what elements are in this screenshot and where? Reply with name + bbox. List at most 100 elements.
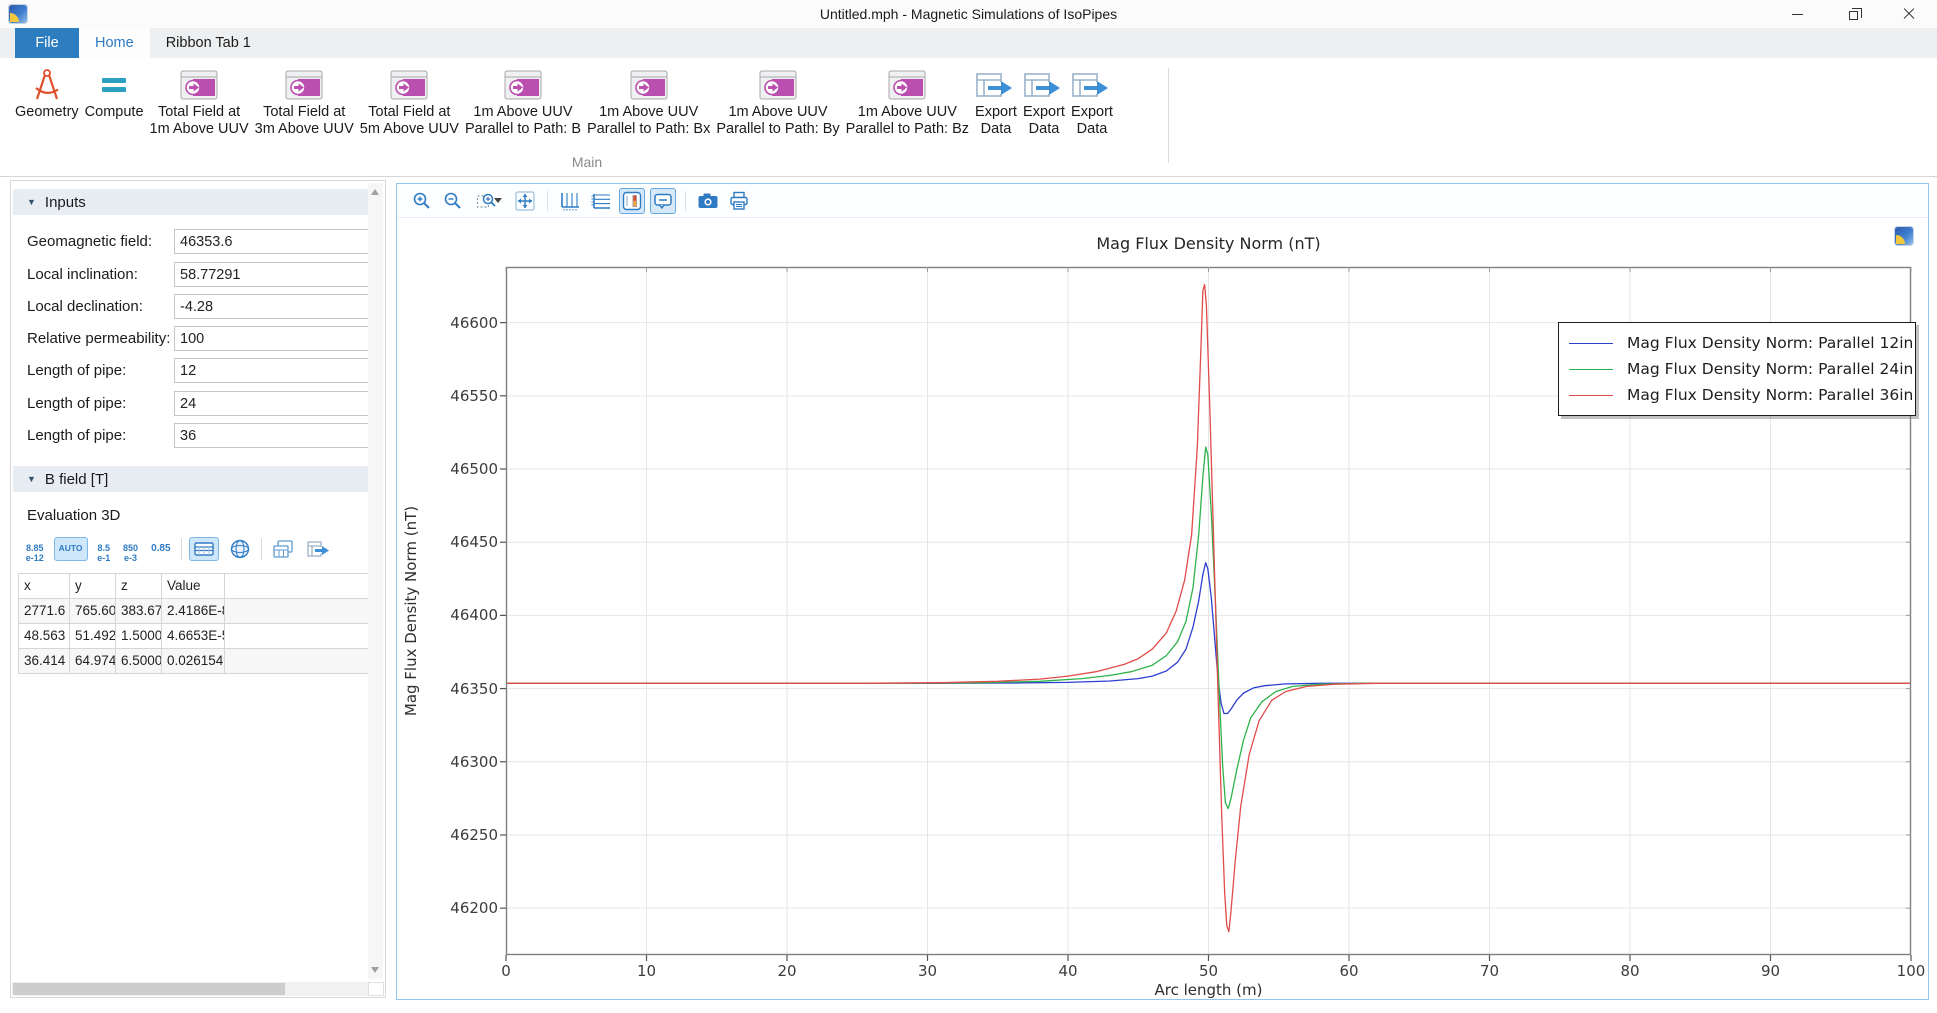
x-tick-label: 70 bbox=[1480, 962, 1499, 980]
table-view-button[interactable] bbox=[189, 537, 219, 561]
y-tick-label: 46550 bbox=[450, 387, 498, 405]
pipe-length-24-input[interactable] bbox=[174, 391, 370, 416]
zoom-in-button[interactable] bbox=[409, 188, 435, 214]
zoom-box-icon bbox=[476, 191, 496, 211]
copy-table-button[interactable] bbox=[269, 537, 297, 561]
table-icon bbox=[194, 542, 214, 556]
toolbar-separator bbox=[261, 538, 262, 560]
export-table-button[interactable] bbox=[304, 538, 334, 560]
zoom-in-icon bbox=[412, 191, 432, 211]
unit-plain-button[interactable]: 0.85 bbox=[148, 542, 173, 556]
x-tick-label: 20 bbox=[777, 962, 796, 980]
scrollbar-corner bbox=[368, 982, 384, 996]
tooltip-bubble-icon bbox=[653, 191, 673, 211]
snapshot-button[interactable] bbox=[695, 188, 721, 214]
zoom-out-button[interactable] bbox=[440, 188, 466, 214]
column-header-y: y bbox=[70, 574, 116, 599]
table-row[interactable]: 48.563 51.492 1.5000 4.6653E-5 bbox=[19, 624, 370, 649]
copy-table-icon bbox=[272, 539, 294, 559]
restore-button[interactable] bbox=[1825, 0, 1881, 28]
ribbon: Geometry Compute Total Field at1m Above … bbox=[0, 58, 1937, 177]
parallel-path-bz-button[interactable]: 1m Above UUVParallel to Path: Bz bbox=[843, 62, 972, 140]
unit-si-button[interactable]: 8.85e-12 bbox=[23, 542, 47, 556]
scroll-up-icon[interactable] bbox=[371, 189, 379, 195]
pipe-length-36-input[interactable] bbox=[174, 423, 370, 448]
field-row: Local inclination: bbox=[11, 262, 371, 288]
settings-panel: ▼ Inputs Geomagnetic field: Local inclin… bbox=[10, 180, 386, 998]
local-declination-input[interactable] bbox=[174, 294, 370, 319]
tab-file[interactable]: File bbox=[15, 28, 79, 58]
plot-window-icon bbox=[180, 66, 218, 104]
unit-auto-button[interactable]: AUTO bbox=[54, 537, 88, 561]
table-row[interactable]: 2771.6 765.60 383.67 2.4186E-8 bbox=[19, 599, 370, 624]
export-data-button-2[interactable]: ExportData bbox=[1020, 62, 1068, 140]
legend-label: Mag Flux Density Norm: Parallel 36in bbox=[1627, 386, 1913, 404]
column-header-x: x bbox=[19, 574, 70, 599]
plot-window-icon bbox=[759, 66, 797, 104]
parallel-path-b-button[interactable]: 1m Above UUVParallel to Path: B bbox=[462, 62, 584, 140]
legend-label: Mag Flux Density Norm: Parallel 24in bbox=[1627, 360, 1913, 378]
column-header-value: Value bbox=[162, 574, 225, 599]
sphere-view-button[interactable] bbox=[226, 536, 254, 562]
titlebar: Untitled.mph - Magnetic Simulations of I… bbox=[0, 0, 1937, 28]
inputs-section-title: Inputs bbox=[45, 194, 86, 211]
vertical-scrollbar[interactable] bbox=[368, 183, 383, 979]
scroll-down-icon[interactable] bbox=[371, 967, 379, 973]
restore-icon bbox=[1849, 11, 1858, 20]
export-data-button-3[interactable]: ExportData bbox=[1068, 62, 1116, 140]
export-table-small-icon bbox=[307, 540, 331, 558]
ribbon-separator bbox=[1168, 68, 1169, 163]
results-table: x y z Value 2771.6 765.60 383.67 2.4186E… bbox=[18, 573, 370, 674]
x-axis-ticks: 0102030405060708090100 bbox=[506, 962, 1911, 980]
bfield-section-header[interactable]: ▼ B field [T] bbox=[13, 466, 369, 492]
y-axis-grid-button[interactable] bbox=[588, 188, 614, 214]
x-axis-grid-button[interactable] bbox=[557, 188, 583, 214]
export-data-button-1[interactable]: ExportData bbox=[972, 62, 1020, 140]
pipe-length-12-input[interactable] bbox=[174, 358, 370, 383]
close-button[interactable] bbox=[1881, 0, 1937, 28]
print-button[interactable] bbox=[726, 188, 752, 214]
total-field-3m-button[interactable]: Total Field at3m Above UUV bbox=[252, 62, 357, 140]
tab-home[interactable]: Home bbox=[79, 28, 150, 58]
comsol-logo-icon bbox=[1894, 226, 1914, 246]
compute-button[interactable]: Compute bbox=[82, 62, 147, 123]
relative-permeability-input[interactable] bbox=[174, 326, 370, 351]
legend-item: Mag Flux Density Norm: Parallel 36in bbox=[1569, 382, 1905, 408]
evaluation-3d-label: Evaluation 3D bbox=[27, 507, 120, 524]
y-tick-label: 46400 bbox=[450, 606, 498, 624]
x-axis-label: Arc length (m) bbox=[506, 981, 1911, 999]
total-field-1m-button[interactable]: Total Field at1m Above UUV bbox=[147, 62, 252, 140]
plot-window-icon bbox=[504, 66, 542, 104]
field-row: Geomagnetic field: bbox=[11, 229, 371, 255]
unit-milli-button[interactable]: 850e-3 bbox=[120, 542, 141, 556]
field-label: Geomagnetic field: bbox=[27, 233, 152, 250]
total-field-5m-button[interactable]: Total Field at5m Above UUV bbox=[357, 62, 462, 140]
parallel-path-by-button[interactable]: 1m Above UUVParallel to Path: By bbox=[713, 62, 842, 140]
geomagnetic-field-input[interactable] bbox=[174, 229, 370, 254]
minimize-button[interactable] bbox=[1769, 0, 1825, 28]
table-row[interactable]: 36.414 64.974 6.5000 0.026154 bbox=[19, 649, 370, 674]
local-inclination-input[interactable] bbox=[174, 262, 370, 287]
unit-deci-button[interactable]: 8.5e-1 bbox=[95, 542, 114, 556]
app-logo-icon bbox=[8, 4, 28, 24]
zoom-box-button[interactable] bbox=[471, 188, 507, 214]
inputs-section-header[interactable]: ▼ Inputs bbox=[13, 189, 369, 215]
horizontal-scrollbar[interactable] bbox=[12, 982, 369, 996]
export-table-icon bbox=[1071, 66, 1113, 104]
plot-window-icon bbox=[285, 66, 323, 104]
chart-legend[interactable]: Mag Flux Density Norm: Parallel 12in Mag… bbox=[1558, 322, 1916, 416]
collapse-caret-icon: ▼ bbox=[27, 474, 36, 484]
zoom-extents-button[interactable] bbox=[512, 188, 538, 214]
geometry-button[interactable]: Geometry bbox=[12, 62, 82, 123]
x-tick-label: 80 bbox=[1620, 962, 1639, 980]
tab-ribbon-tab-1[interactable]: Ribbon Tab 1 bbox=[150, 28, 267, 58]
plot-window-icon bbox=[888, 66, 926, 104]
dropdown-caret-icon bbox=[494, 198, 502, 203]
parallel-path-bx-button[interactable]: 1m Above UUVParallel to Path: Bx bbox=[584, 62, 713, 140]
legend-toggle-button[interactable] bbox=[619, 188, 645, 214]
camera-icon bbox=[697, 192, 719, 210]
scrollbar-thumb[interactable] bbox=[13, 983, 285, 995]
ribbon-group-main: Geometry Compute Total Field at1m Above … bbox=[12, 62, 1116, 140]
y-tick-label: 46600 bbox=[450, 314, 498, 332]
tooltip-toggle-button[interactable] bbox=[650, 188, 676, 214]
